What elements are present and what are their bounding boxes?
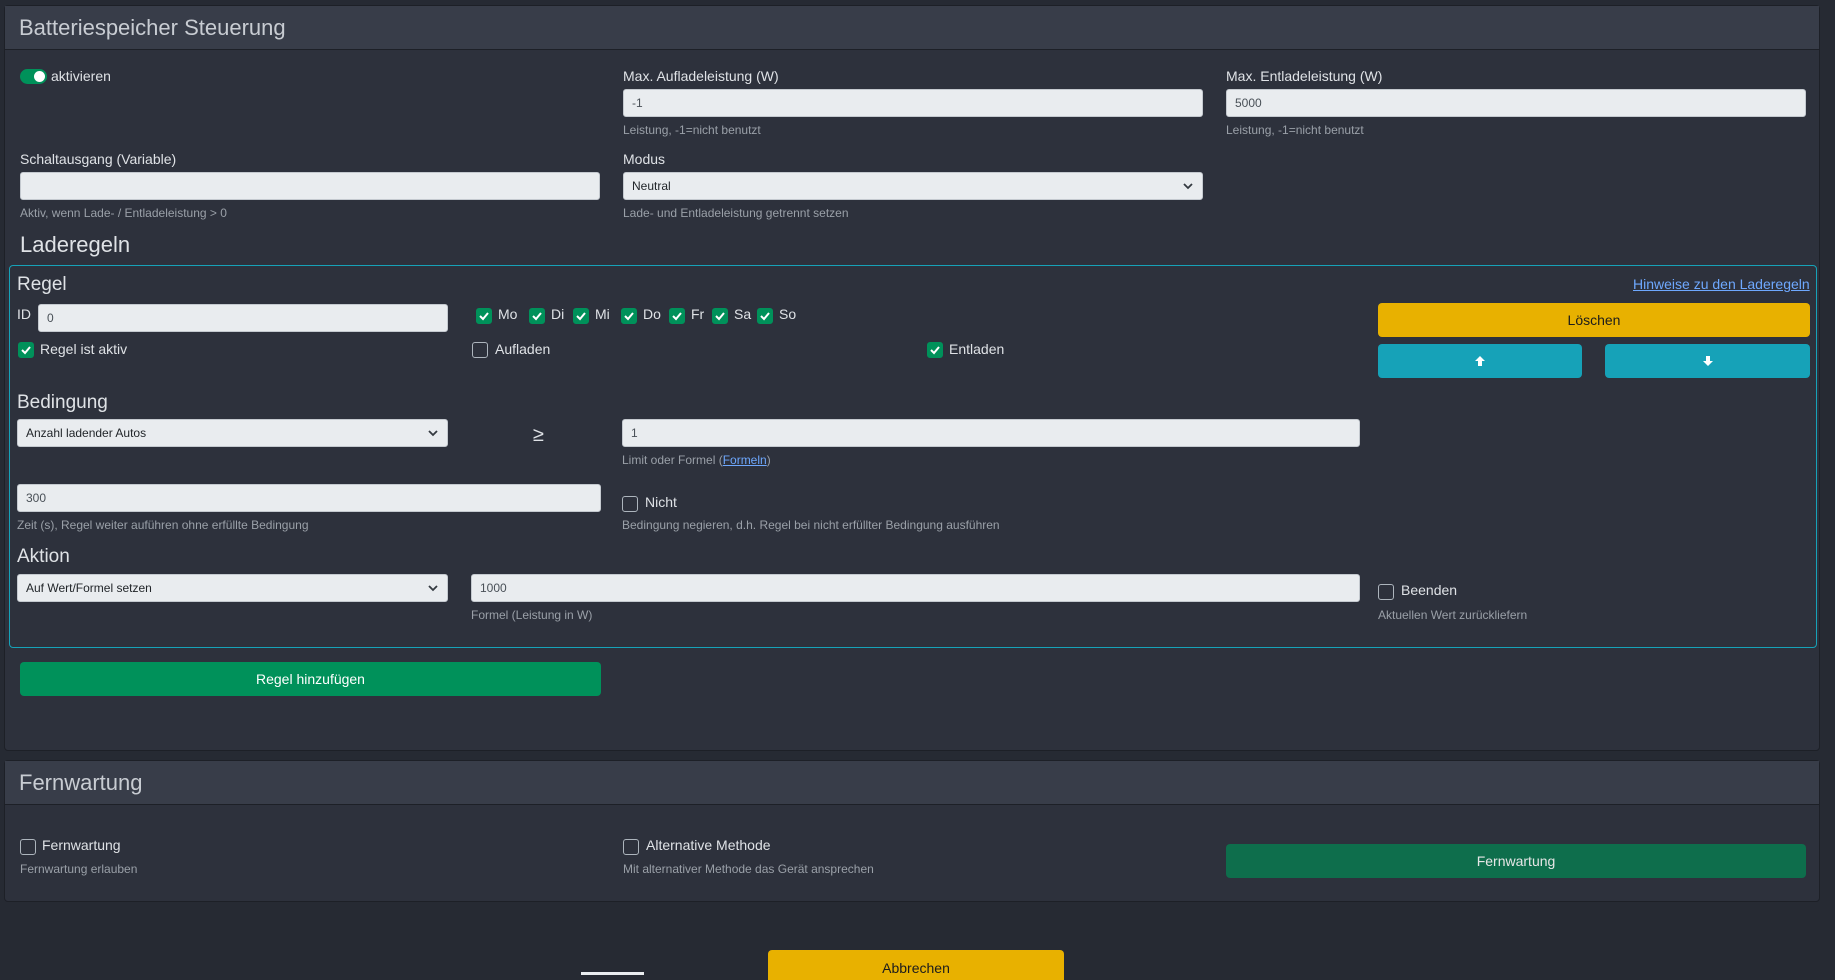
move-up-button[interactable] [1378, 344, 1582, 378]
id-label: ID [17, 306, 31, 322]
condition-time-help: Zeit (s), Regel weiter auführen ohne erf… [17, 518, 309, 532]
chevron-down-icon [428, 585, 438, 592]
discharge-checkbox[interactable] [927, 342, 943, 358]
alt-method-help: Mit alternativer Methode das Gerät anspr… [623, 862, 874, 876]
check-icon [715, 312, 725, 321]
day-label-do: Do [643, 306, 661, 322]
remote-checkbox[interactable] [20, 839, 36, 855]
chevron-down-icon [1183, 183, 1193, 190]
chevron-down-icon [428, 430, 438, 437]
check-icon [479, 312, 489, 321]
day-label-mo: Mo [498, 306, 518, 322]
mode-help: Lade- und Entladeleistung getrennt setze… [623, 206, 849, 220]
max-charge-help: Leistung, -1=nicht benutzt [623, 123, 761, 137]
stop-help: Aktuellen Wert zurückliefern [1378, 608, 1528, 622]
check-icon [532, 312, 542, 321]
day-checkbox-sa[interactable] [712, 308, 728, 324]
action-title: Aktion [17, 546, 70, 567]
max-charge-input[interactable] [623, 89, 1203, 117]
cancel-button[interactable]: Abbrechen [768, 950, 1064, 980]
day-checkbox-mo[interactable] [476, 308, 492, 324]
charge-label: Aufladen [495, 341, 551, 357]
rule-active-checkbox[interactable] [18, 342, 34, 358]
switch-output-label: Schaltausgang (Variable) [20, 151, 177, 167]
check-icon [930, 346, 940, 355]
check-icon [672, 312, 682, 321]
rule-title: Regel [17, 274, 67, 295]
max-discharge-help: Leistung, -1=nicht benutzt [1226, 123, 1364, 137]
day-label-fr: Fr [691, 306, 705, 322]
switch-output-help: Aktiv, wenn Lade- / Entladeleistung > 0 [20, 206, 227, 220]
delete-rule-button[interactable]: Löschen [1378, 303, 1810, 337]
remote-panel-title: Fernwartung [19, 769, 143, 795]
day-checkbox-di[interactable] [529, 308, 545, 324]
condition-title: Bedingung [17, 392, 108, 413]
battery-panel-title: Batteriespeicher Steuerung [19, 14, 286, 40]
day-checkbox-do[interactable] [621, 308, 637, 324]
condition-select-value: Anzahl ladender Autos [26, 426, 147, 440]
remote-checkbox-label: Fernwartung [42, 837, 121, 853]
battery-panel: Batteriespeicher Steuerung aktivieren Ma… [4, 5, 1820, 751]
not-label: Nicht [645, 494, 677, 510]
check-icon [624, 312, 634, 321]
condition-limit-input[interactable] [622, 419, 1360, 447]
add-rule-button[interactable]: Regel hinzufügen [20, 662, 601, 696]
day-checkbox-so[interactable] [757, 308, 773, 324]
check-icon [576, 312, 586, 321]
mode-label: Modus [623, 151, 666, 167]
condition-operator: ≥ [533, 424, 544, 446]
action-select[interactable]: Auf Wert/Formel setzen [17, 574, 448, 602]
charge-checkbox[interactable] [472, 342, 488, 358]
stop-label: Beenden [1401, 582, 1458, 598]
move-down-button[interactable] [1605, 344, 1810, 378]
day-label-sa: Sa [734, 306, 752, 322]
discharge-label: Entladen [949, 341, 1005, 357]
action-select-value: Auf Wert/Formel setzen [26, 581, 152, 595]
alt-method-checkbox[interactable] [623, 839, 639, 855]
condition-time-input[interactable] [17, 484, 601, 512]
battery-panel-header: Batteriespeicher Steuerung [5, 6, 1819, 50]
arrow-down-icon [1702, 356, 1713, 366]
max-charge-label: Max. Aufladeleistung (W) [623, 68, 779, 84]
remote-panel: Fernwartung Fernwartung Fernwartung erla… [4, 760, 1820, 902]
not-checkbox[interactable] [622, 496, 638, 512]
switch-output-input[interactable] [20, 172, 600, 200]
remote-checkbox-help: Fernwartung erlauben [20, 862, 138, 876]
condition-select[interactable]: Anzahl ladender Autos [17, 419, 448, 447]
condition-limit-help: Limit oder Formel (Formeln) [622, 453, 771, 467]
day-label-di: Di [551, 306, 565, 322]
day-label-so: So [779, 306, 797, 322]
check-icon [21, 346, 31, 355]
arrow-up-icon [1475, 356, 1485, 366]
max-discharge-input[interactable] [1226, 89, 1806, 117]
not-help: Bedingung negieren, d.h. Regel bei nicht… [622, 518, 1000, 532]
alt-method-label: Alternative Methode [646, 837, 771, 853]
action-formula-input[interactable] [471, 574, 1360, 602]
remote-button[interactable]: Fernwartung [1226, 844, 1806, 878]
id-input[interactable] [38, 304, 448, 332]
stop-checkbox[interactable] [1378, 584, 1394, 600]
remote-panel-header: Fernwartung [5, 761, 1819, 805]
day-checkbox-fr[interactable] [669, 308, 685, 324]
day-checkbox-mi[interactable] [573, 308, 589, 324]
max-discharge-label: Max. Entladeleistung (W) [1226, 68, 1383, 84]
mode-select-value: Neutral [632, 179, 671, 193]
rules-hint-link[interactable]: Hinweise zu den Laderegeln [1633, 276, 1810, 292]
mode-select[interactable]: Neutral [623, 172, 1203, 200]
activate-toggle[interactable] [20, 69, 47, 84]
check-icon [760, 312, 770, 321]
rules-title: Laderegeln [20, 232, 131, 257]
rule-active-label: Regel ist aktiv [40, 341, 128, 357]
day-label-mi: Mi [595, 306, 610, 322]
activate-label: aktivieren [51, 68, 111, 84]
formulas-link[interactable]: Formeln [723, 453, 767, 467]
action-formula-help: Formel (Leistung in W) [471, 608, 593, 622]
